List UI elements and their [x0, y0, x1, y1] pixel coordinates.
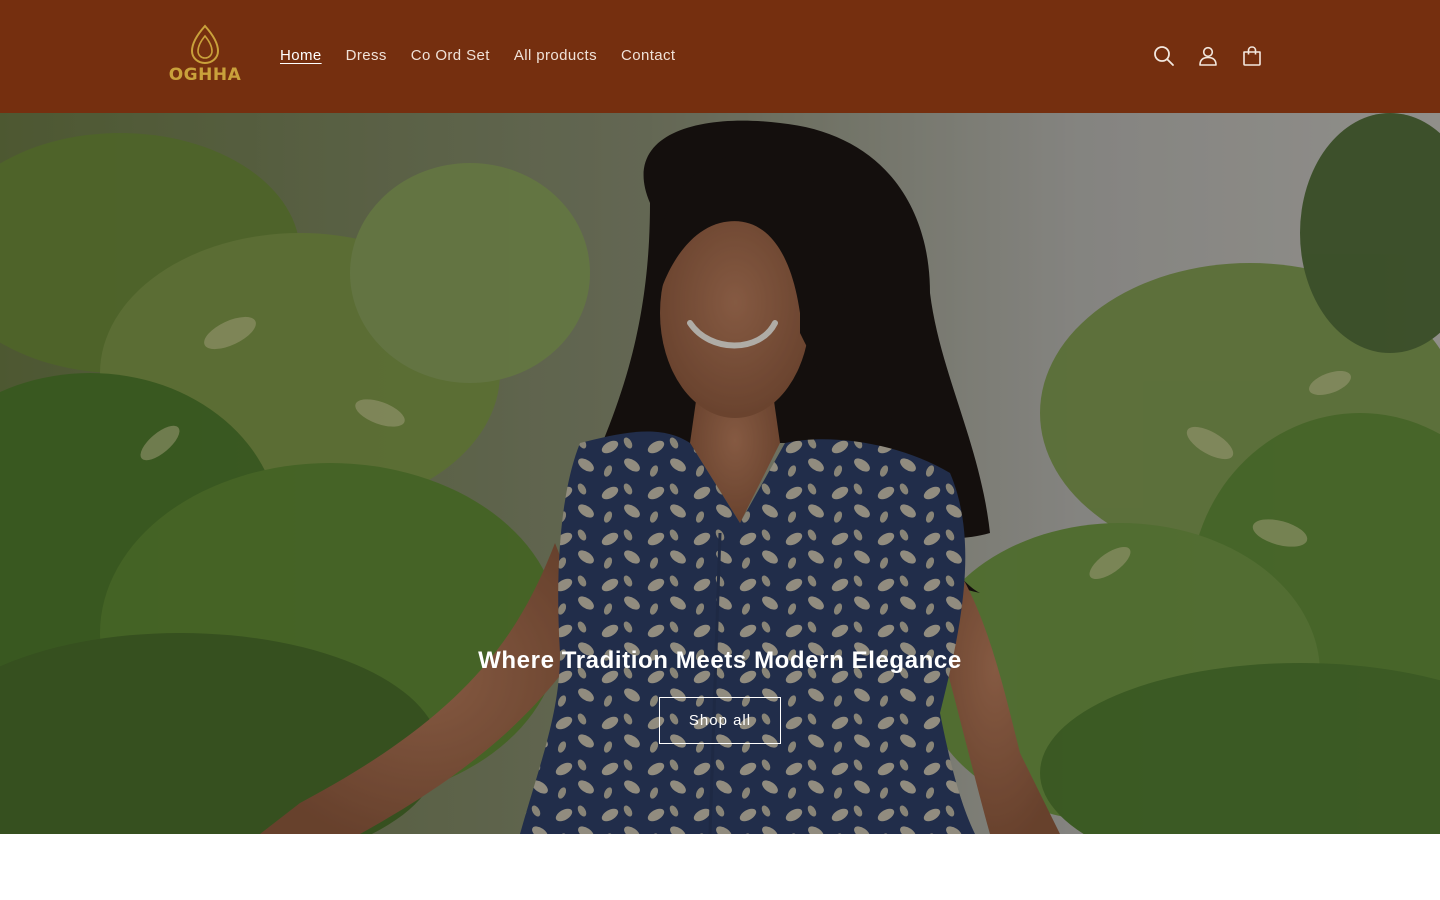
main-nav: Home Dress Co Ord Set All products Conta…	[268, 44, 688, 68]
search-button[interactable]	[1142, 34, 1186, 78]
content-area	[0, 834, 1440, 900]
cart-button[interactable]	[1230, 34, 1274, 78]
drop-leaf-icon	[190, 24, 220, 64]
account-icon	[1199, 46, 1217, 66]
shop-all-button[interactable]: Shop all	[659, 697, 781, 744]
account-button[interactable]	[1186, 34, 1230, 78]
nav-home[interactable]: Home	[268, 44, 334, 68]
site-logo[interactable]: OGHHA	[168, 24, 242, 90]
nav-all-products[interactable]: All products	[502, 44, 609, 68]
cart-icon	[1243, 46, 1261, 66]
hero-banner: Where Tradition Meets Modern Elegance Sh…	[0, 113, 1440, 834]
nav-dress[interactable]: Dress	[334, 44, 399, 68]
hero-title: Where Tradition Meets Modern Elegance	[478, 647, 962, 674]
site-header: OGHHA Home Dress Co Ord Set All products…	[0, 0, 1440, 113]
nav-co-ord-set[interactable]: Co Ord Set	[399, 44, 502, 68]
search-icon	[1154, 46, 1174, 66]
header-icons	[1142, 34, 1274, 78]
nav-contact[interactable]: Contact	[609, 44, 688, 68]
logo-wordmark: OGHHA	[168, 65, 242, 85]
